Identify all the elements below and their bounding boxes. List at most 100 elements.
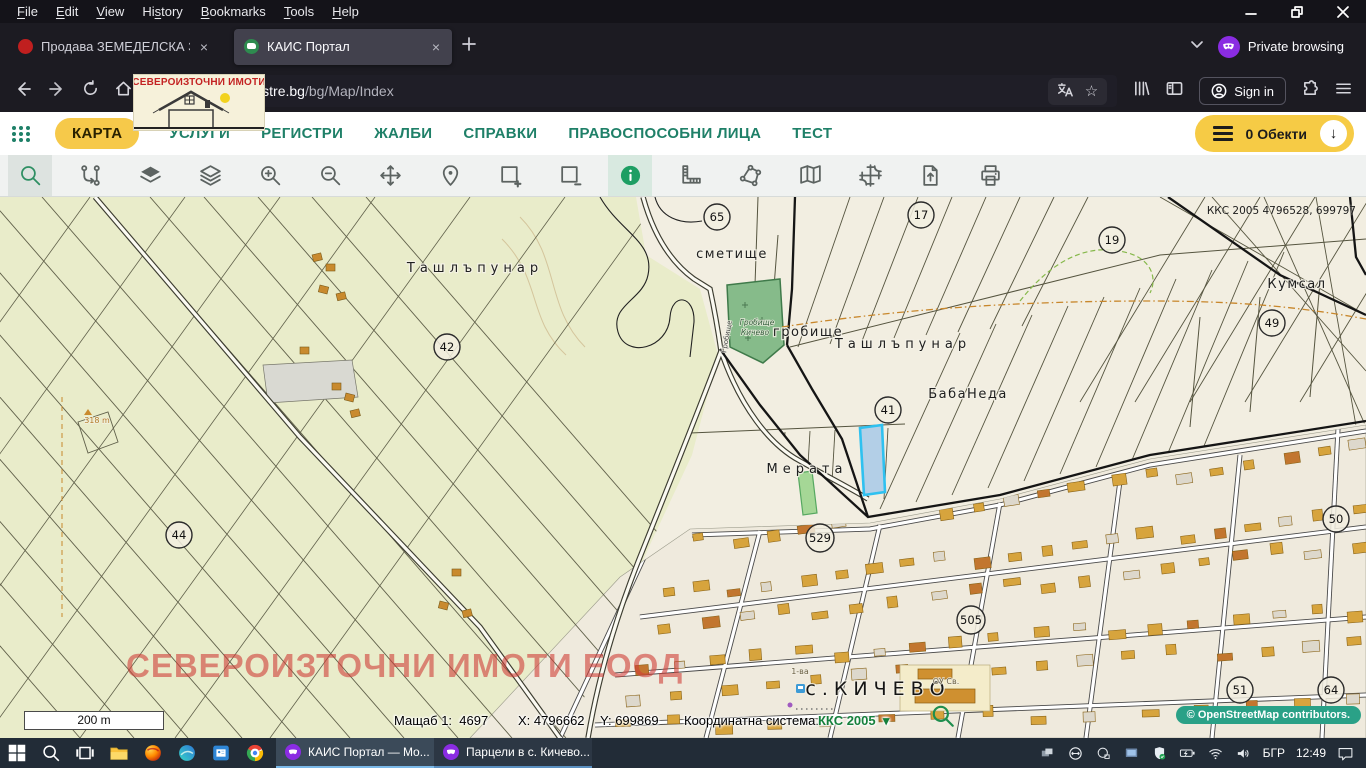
hidden-icons-icon[interactable]: [1039, 745, 1056, 762]
explorer-taskbar-button[interactable]: [102, 738, 136, 768]
zoom-in-button[interactable]: [248, 155, 292, 196]
map-search-icon[interactable]: [930, 703, 956, 734]
sidebar-icon[interactable]: [1166, 80, 1183, 102]
coordinate-grid-button[interactable]: [848, 155, 892, 196]
url-bar[interactable]: kais.cadastre.bg/bg/Map/Index ☆: [148, 75, 1117, 107]
tab-favicon: [244, 39, 259, 54]
layers-button[interactable]: [188, 155, 232, 196]
edge-taskbar-button[interactable]: [170, 738, 204, 768]
notification-center-icon[interactable]: [1337, 745, 1354, 762]
nav-link-регистри[interactable]: РЕГИСТРИ: [261, 125, 343, 142]
battery-icon[interactable]: [1179, 745, 1196, 762]
measure-button[interactable]: [668, 155, 712, 196]
export-button[interactable]: [908, 155, 952, 196]
home-icon[interactable]: [115, 80, 132, 102]
parcel-number: 41: [881, 403, 896, 417]
remove-extent-button[interactable]: [548, 155, 592, 196]
nav-link-справки[interactable]: СПРАВКИ: [463, 125, 537, 142]
add-extent-button[interactable]: [488, 155, 532, 196]
start-taskbar-button[interactable]: [0, 738, 34, 768]
taskbar-window-1[interactable]: КАИС Портал — Mo...: [276, 738, 434, 768]
wifi-icon[interactable]: [1207, 745, 1224, 762]
apps-grid-icon[interactable]: [12, 126, 31, 142]
chrome-taskbar-button[interactable]: [238, 738, 272, 768]
browser-tab-1[interactable]: Продава ЗЕМЕДЕЛСКА ЗЕМЯ в×: [8, 29, 220, 65]
reload-icon[interactable]: [82, 80, 99, 102]
nav-link-жалби[interactable]: ЖАЛБИ: [374, 125, 432, 142]
minimize-button[interactable]: [1228, 0, 1274, 23]
tab-close-icon[interactable]: ×: [198, 39, 210, 55]
language-indicator[interactable]: БГР: [1263, 746, 1285, 760]
map-label: 1-ва: [791, 667, 809, 676]
library-icon[interactable]: [1133, 80, 1150, 102]
sign-in-button[interactable]: Sign in: [1199, 77, 1286, 105]
new-tab-button[interactable]: [462, 37, 476, 56]
print-button[interactable]: [968, 155, 1012, 196]
translate-icon[interactable]: [1057, 82, 1073, 101]
extensions-icon[interactable]: [1302, 80, 1319, 102]
close-button[interactable]: [1320, 0, 1366, 23]
display-icon[interactable]: [1123, 745, 1140, 762]
menu-file[interactable]: File: [8, 2, 47, 21]
taskbar-window-2[interactable]: Парцели в с. Кичево...: [434, 738, 592, 768]
x-coordinate: X: 4796662: [518, 713, 585, 728]
location-icon: [438, 163, 463, 188]
layers-visibility-icon: [138, 163, 163, 188]
private-browsing-label: Private browsing: [1248, 39, 1344, 54]
list-tabs-chevron-icon[interactable]: [1190, 37, 1204, 56]
info-button[interactable]: [608, 155, 652, 196]
menu-help[interactable]: Help: [323, 2, 368, 21]
app-menu-icon[interactable]: [1335, 80, 1352, 102]
objects-download-icon[interactable]: ↓: [1320, 120, 1347, 147]
menu-tools[interactable]: Tools: [275, 2, 323, 21]
bookmark-star-icon[interactable]: ☆: [1085, 84, 1098, 99]
firefox-icon: [142, 742, 164, 764]
crs-selector[interactable]: ККС 2005 ▾: [818, 713, 889, 729]
window-menu-bar: FileEditViewHistoryBookmarksToolsHelp: [0, 0, 1366, 23]
tab-close-icon[interactable]: ×: [430, 39, 442, 55]
volume-icon[interactable]: [1235, 745, 1252, 762]
clock[interactable]: 12:49: [1296, 746, 1326, 760]
map-label: Кумсал: [1267, 277, 1326, 292]
menu-history[interactable]: History: [133, 2, 191, 21]
menu-bookmarks[interactable]: Bookmarks: [192, 2, 275, 21]
map-sheet-button[interactable]: [788, 155, 832, 196]
firefox-taskbar-button[interactable]: [136, 738, 170, 768]
teamviewer-icon[interactable]: [1067, 745, 1084, 762]
task-view-icon: [74, 742, 96, 764]
security-icon[interactable]: [1151, 745, 1168, 762]
zoom-out-button[interactable]: [308, 155, 352, 196]
taskbar-search-taskbar-button[interactable]: [34, 738, 68, 768]
nav-link-правоспособни-лица[interactable]: ПРАВОСПОСОБНИ ЛИЦА: [568, 125, 761, 142]
selection-tools-button[interactable]: [68, 155, 112, 196]
map-canvas[interactable]: 65171942414944529505055164 Ташлъпунарсме…: [0, 197, 1366, 738]
objects-button[interactable]: 0 Обекти ↓: [1195, 115, 1354, 152]
record-icon[interactable]: [1095, 745, 1112, 762]
private-mask-icon: [1218, 36, 1240, 58]
pan-button[interactable]: [368, 155, 412, 196]
nav-link-тест[interactable]: ТЕСТ: [792, 125, 832, 142]
selected-parcel[interactable]: [860, 425, 885, 495]
edge-icon: [176, 742, 198, 764]
location-button[interactable]: [428, 155, 472, 196]
layers-visibility-button[interactable]: [128, 155, 172, 196]
map-label: БабаНеда: [928, 387, 1008, 402]
crs-caret-icon: ▾: [883, 713, 890, 728]
forward-icon[interactable]: [48, 80, 66, 103]
osm-attribution[interactable]: © OpenStreetMap contributors.: [1176, 706, 1361, 724]
back-icon[interactable]: [14, 80, 32, 103]
nav-karta-button[interactable]: КАРТА: [55, 118, 139, 149]
map-label: Ташлъпунар: [834, 337, 971, 352]
search-button[interactable]: [8, 155, 52, 196]
people-taskbar-button[interactable]: [204, 738, 238, 768]
parcel-number: 50: [1329, 512, 1344, 526]
menu-edit[interactable]: Edit: [47, 2, 87, 21]
map-sheet-icon: [798, 163, 823, 188]
info-icon: [618, 163, 643, 188]
polygon-measure-button[interactable]: [728, 155, 772, 196]
restore-button[interactable]: [1274, 0, 1320, 23]
menu-view[interactable]: View: [87, 2, 133, 21]
taskbar-search-icon: [40, 742, 62, 764]
browser-tab-2[interactable]: КАИС Портал×: [234, 29, 452, 65]
task-view-taskbar-button[interactable]: [68, 738, 102, 768]
